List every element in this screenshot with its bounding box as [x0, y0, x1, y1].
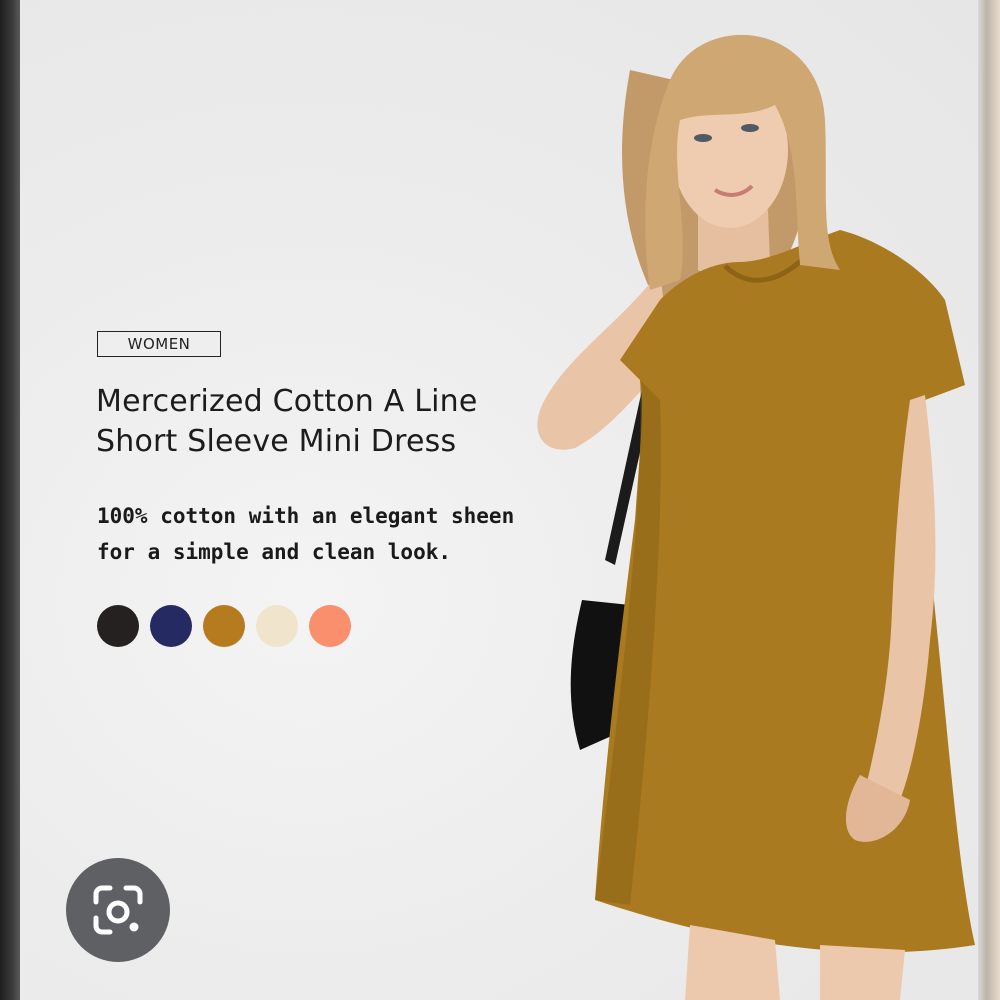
color-swatch-navy[interactable]	[150, 605, 192, 647]
product-description: 100% cotton with an elegant sheen for a …	[97, 498, 537, 570]
color-swatch-black[interactable]	[97, 605, 139, 647]
color-swatch-mustard[interactable]	[203, 605, 245, 647]
product-description-line-2: for a simple and clean look.	[97, 540, 452, 564]
product-title: Mercerized Cotton A Line Short Sleeve Mi…	[96, 382, 536, 462]
category-tag: WOMEN	[97, 331, 221, 357]
lens-search-button[interactable]	[66, 858, 170, 962]
product-title-line-2: Short Sleeve Mini Dress	[96, 424, 457, 459]
product-title-line-1: Mercerized Cotton A Line	[96, 384, 478, 419]
model-eye-left	[694, 134, 712, 142]
model-photo	[537, 34, 975, 1000]
left-edge-shadow	[0, 0, 20, 1000]
camera-search-icon	[93, 885, 143, 935]
color-swatch-cream[interactable]	[256, 605, 298, 647]
category-label: WOMEN	[127, 335, 191, 353]
color-swatches	[97, 605, 351, 647]
product-description-line-1: 100% cotton with an elegant sheen	[97, 504, 515, 528]
model-eye-right	[741, 124, 759, 132]
color-swatch-coral[interactable]	[309, 605, 351, 647]
right-edge-strip	[978, 0, 1000, 1000]
product-banner: WOMEN Mercerized Cotton A Line Short Sle…	[20, 0, 978, 1000]
